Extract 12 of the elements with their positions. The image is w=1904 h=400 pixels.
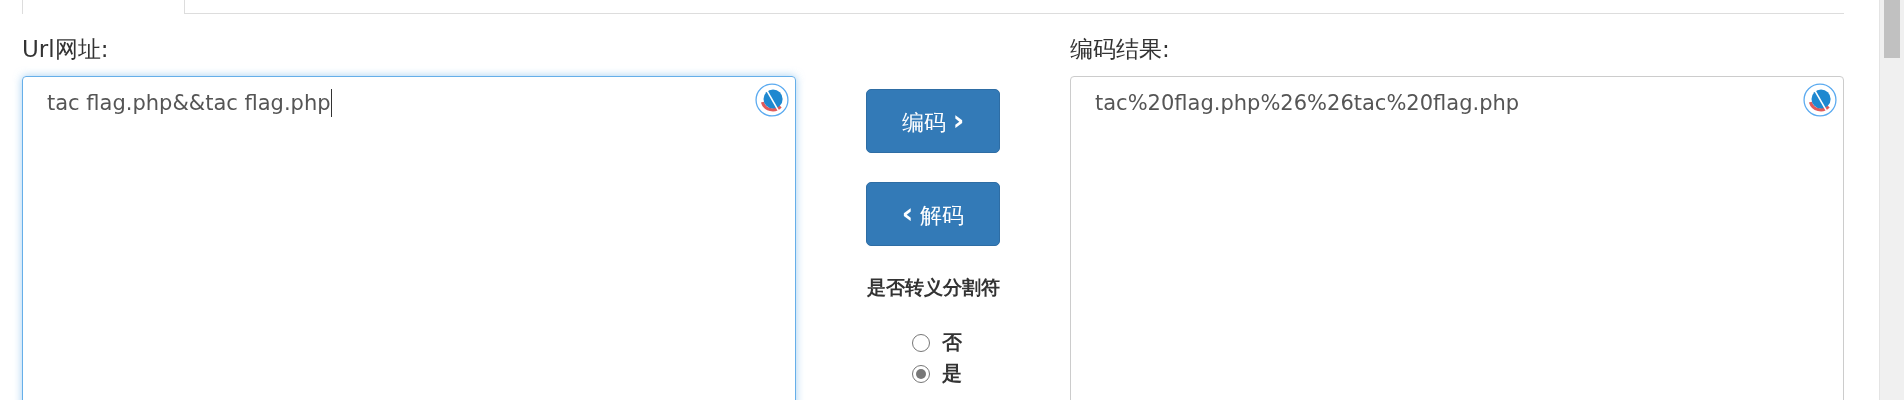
scrollbar[interactable]: [1879, 0, 1904, 400]
url-input-field[interactable]: tac flag.php&&tac flag.php: [22, 76, 796, 400]
url-label: Url网址:: [22, 35, 110, 64]
encode-button[interactable]: 编码 ›: [866, 89, 1000, 153]
decode-button[interactable]: ‹ 解码: [866, 182, 1000, 246]
radio-option[interactable]: 否: [912, 329, 962, 356]
radio-option[interactable]: 是: [912, 360, 962, 387]
result-field[interactable]: tac%20flag.php%26%26tac%20flag.php: [1070, 76, 1844, 400]
result-label: 编码结果:: [1070, 35, 1171, 64]
extension-icon[interactable]: [755, 83, 789, 117]
extension-icon[interactable]: [1803, 83, 1837, 117]
escape-label: 是否转义分割符: [866, 275, 1000, 300]
